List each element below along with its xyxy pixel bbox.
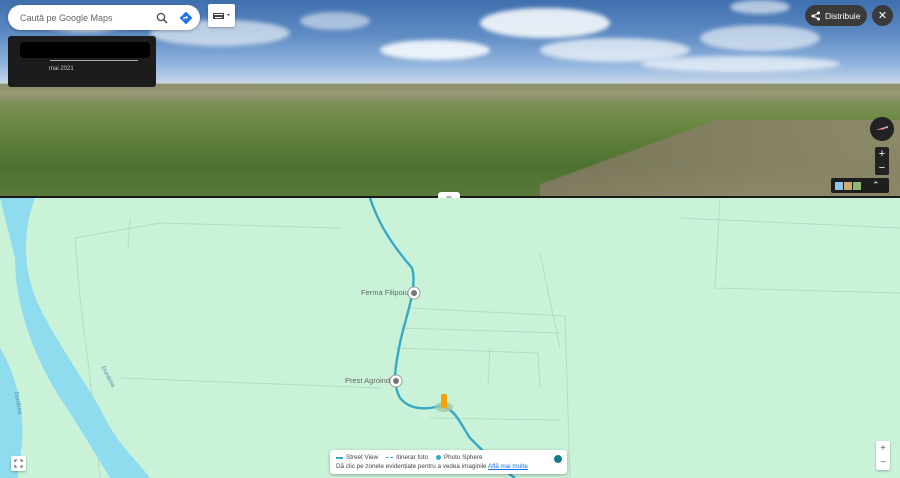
share-label: Distribuie xyxy=(825,10,861,21)
dot-icon xyxy=(435,455,441,460)
map-zoom-controls: + − xyxy=(876,441,890,470)
poi-label[interactable]: Ferma Filipoiu xyxy=(361,288,409,297)
map-canvas xyxy=(0,198,900,478)
map-view[interactable]: Ferma Filipoiu Prest Agroind Dunărea Dun… xyxy=(0,198,900,478)
poi-label[interactable]: Prest Agroind xyxy=(345,376,390,385)
map-layer-swatch[interactable] xyxy=(835,181,843,190)
fullscreen-button[interactable] xyxy=(11,456,26,471)
expand-up-icon[interactable]: ⌃ xyxy=(872,180,880,191)
capture-date: mai 2021 xyxy=(49,66,74,72)
pegman-marker[interactable] xyxy=(441,394,447,408)
compass-button[interactable] xyxy=(870,117,894,141)
learn-more-link[interactable]: Află mai multe xyxy=(488,463,528,470)
card-divider xyxy=(50,60,138,61)
compass-icon xyxy=(876,126,888,130)
keyboard-icon xyxy=(212,12,230,19)
directions-icon[interactable] xyxy=(176,8,196,28)
sv-zoom-out-button[interactable]: − xyxy=(875,161,889,175)
street-view-legend: Street View Itinerar foto Photo Sphere D… xyxy=(330,450,567,474)
close-icon: ✕ xyxy=(877,10,888,22)
legend-label: Street View xyxy=(346,454,379,461)
map-zoom-in-button[interactable]: + xyxy=(876,441,890,455)
satellite-layer-swatch[interactable] xyxy=(844,181,852,190)
share-icon xyxy=(811,11,820,20)
imagery-layer-toggle[interactable]: ⌃ xyxy=(831,178,889,193)
street-view-layer-toggle[interactable] xyxy=(554,455,562,463)
location-info-card[interactable]: mai 2021 xyxy=(8,36,156,87)
keyboard-shortcuts-button[interactable] xyxy=(208,4,235,27)
map-zoom-out-button[interactable]: − xyxy=(876,455,890,469)
search-input[interactable] xyxy=(18,11,152,24)
redacted-address xyxy=(20,42,150,58)
search-box[interactable] xyxy=(8,5,200,30)
line-icon xyxy=(336,456,343,459)
street-view-route[interactable] xyxy=(368,198,516,478)
fullscreen-icon xyxy=(14,459,23,468)
terrain-layer-swatch[interactable] xyxy=(853,181,861,190)
sv-zoom-in-button[interactable]: + xyxy=(875,147,889,161)
legend-label: Photo Sphere xyxy=(443,454,483,461)
legend-label: Itinerar foto xyxy=(396,454,428,461)
share-button[interactable]: Distribuie xyxy=(805,5,867,26)
legend-hint: Dă clic pe zonele evidențiate pentru a v… xyxy=(336,463,487,470)
street-view-zoom: + − xyxy=(875,147,889,175)
close-button[interactable]: ✕ xyxy=(872,5,893,26)
dashed-line-icon xyxy=(386,457,394,458)
search-icon[interactable] xyxy=(152,8,172,28)
